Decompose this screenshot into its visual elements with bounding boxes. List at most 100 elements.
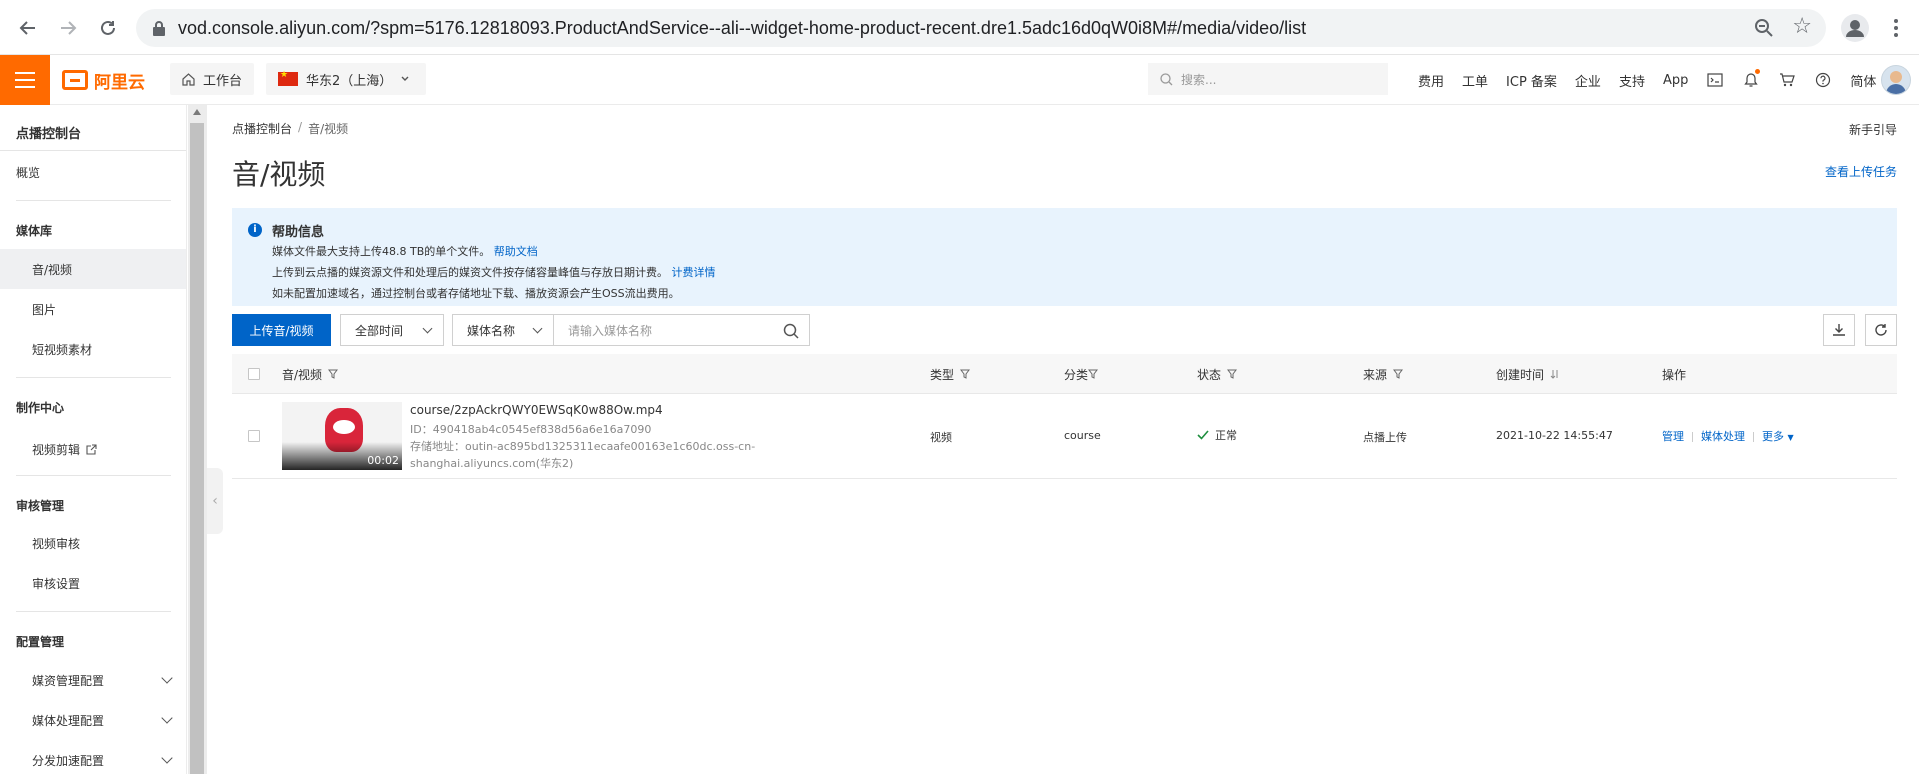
more-dropdown[interactable]: 更多 ▼	[1762, 430, 1794, 443]
table-row: 00:02 course/2zpAckrQWY0EWSqK0w88Ow.mp4 …	[232, 394, 1897, 479]
browser-menu-icon[interactable]	[1886, 14, 1906, 42]
sidebar-item-label: 审核设置	[32, 576, 81, 591]
sidebar-item-audio-video[interactable]: 音/视频	[0, 249, 186, 289]
column-status: 状态	[1197, 354, 1238, 394]
bell-icon[interactable]	[1733, 55, 1769, 105]
user-avatar[interactable]	[1881, 65, 1911, 95]
sidebar-item-short-video[interactable]: 短视频素材	[0, 329, 186, 369]
media-processing-link[interactable]: 媒体处理	[1701, 430, 1745, 443]
column-label: 音/视频	[282, 367, 323, 382]
forward-icon[interactable]	[54, 14, 82, 42]
sidebar-item-review-settings[interactable]: 审核设置	[0, 563, 186, 603]
lock-icon	[153, 21, 165, 36]
manage-link[interactable]: 管理	[1662, 430, 1684, 443]
check-icon	[1197, 430, 1209, 440]
nav-link-fees[interactable]: 费用	[1409, 71, 1453, 90]
sidebar-item-processing-config[interactable]: 媒体处理配置	[0, 700, 186, 740]
zoom-icon[interactable]	[1754, 18, 1774, 38]
address-bar[interactable]: vod.console.aliyun.com/?spm=5176.1281809…	[136, 9, 1826, 47]
collapse-sidebar-button[interactable]: ‹	[207, 468, 223, 534]
filter-icon[interactable]	[328, 369, 339, 379]
view-upload-tasks-link[interactable]: 查看上传任务	[1825, 163, 1897, 180]
media-source: 点播上传	[1363, 431, 1407, 444]
nav-link-support[interactable]: 支持	[1610, 71, 1654, 90]
media-name-search-input[interactable]: 请输入媒体名称	[553, 314, 810, 346]
filter-icon[interactable]	[1227, 369, 1238, 379]
row-checkbox[interactable]	[248, 430, 260, 442]
sidebar-item-overview[interactable]: 概览	[0, 152, 186, 192]
sidebar-item-video-edit[interactable]: 视频剪辑	[0, 429, 186, 469]
nav-link-app[interactable]: App	[1654, 73, 1697, 88]
terminal-icon[interactable]	[1697, 55, 1733, 105]
language-switch[interactable]: 简体	[1841, 71, 1885, 90]
search-icon[interactable]	[783, 323, 799, 339]
billing-details-link[interactable]: 计费详情	[672, 266, 716, 279]
storage-address-line1: 存储地址：outin-ac895bd1325311ecaafe00163e1c6…	[410, 440, 756, 453]
browser-profile-icon[interactable]	[1841, 14, 1869, 42]
column-label: 创建时间	[1496, 367, 1545, 382]
workbench-button[interactable]: 工作台	[170, 63, 255, 95]
table-header: 音/视频 类型 分类 状态 来源 创建时间 操作	[232, 354, 1897, 394]
nav-link-icp[interactable]: ICP 备案	[1497, 71, 1566, 90]
checkbox[interactable]	[248, 368, 260, 380]
aliyun-logo[interactable]: 阿里云	[62, 68, 145, 93]
reload-icon[interactable]	[94, 14, 122, 42]
search-field-select[interactable]: 媒体名称	[452, 314, 554, 346]
filter-icon[interactable]	[1088, 369, 1099, 379]
bookmark-star-icon[interactable]: ☆	[1792, 16, 1812, 38]
column-label: 类型	[930, 367, 955, 382]
hamburger-menu-icon[interactable]	[0, 55, 50, 105]
scrollbar-thumb[interactable]	[190, 123, 204, 774]
breadcrumb-separator: /	[298, 120, 303, 134]
sidebar-section-review: 审核管理	[16, 499, 65, 513]
sidebar-item-images[interactable]: 图片	[0, 289, 186, 329]
sidebar-item-label: 音/视频	[32, 262, 73, 277]
nav-link-tickets[interactable]: 工单	[1453, 71, 1497, 90]
divider	[16, 611, 171, 612]
refresh-icon	[1875, 324, 1887, 336]
cart-icon[interactable]	[1769, 55, 1805, 105]
chevron-down-icon	[532, 323, 543, 334]
filter-icon[interactable]	[960, 369, 971, 379]
sort-icon[interactable]	[1550, 369, 1560, 379]
sidebar-scrollbar[interactable]	[188, 105, 207, 774]
help-docs-link[interactable]: 帮助文档	[494, 245, 538, 258]
region-label: 华东2（上海）	[306, 73, 393, 89]
column-label: 来源	[1363, 367, 1388, 382]
home-icon	[182, 72, 195, 86]
divider	[1692, 432, 1693, 442]
back-icon[interactable]	[14, 14, 42, 42]
help-icon[interactable]	[1805, 55, 1841, 105]
sidebar-item-distribution-config[interactable]: 分发加速配置	[0, 740, 186, 774]
breadcrumb-console[interactable]: 点播控制台	[232, 120, 292, 137]
logo-text: 阿里云	[94, 72, 145, 93]
sidebar-section-media: 媒体库	[16, 224, 53, 238]
refresh-button[interactable]	[1865, 314, 1897, 346]
video-thumbnail[interactable]: 00:02	[282, 402, 402, 470]
filter-icon[interactable]	[1393, 369, 1404, 379]
status-badge: 正常	[1197, 427, 1237, 443]
upload-video-button[interactable]: 上传音/视频	[232, 314, 331, 346]
console-search-input[interactable]: 搜索...	[1148, 63, 1388, 95]
nav-link-enterprise[interactable]: 企业	[1566, 71, 1610, 90]
help-info-box: i 帮助信息 媒体文件最大支持上传48.8 TB的单个文件。 帮助文档 上传到云…	[232, 208, 1897, 306]
sidebar-item-video-review[interactable]: 视频审核	[0, 523, 186, 563]
search-icon	[1160, 72, 1173, 85]
sidebar-item-label: 视频剪辑	[32, 442, 81, 457]
select-all-checkbox[interactable]	[248, 354, 260, 394]
region-selector[interactable]: 华东2（上海）	[266, 63, 427, 95]
help-text: 媒体文件最大支持上传48.8 TB的单个文件。	[272, 245, 491, 258]
download-button[interactable]	[1823, 314, 1855, 346]
sidebar-item-asset-config[interactable]: 媒资管理配置	[0, 660, 186, 700]
column-created: 创建时间	[1496, 354, 1560, 394]
column-source: 来源	[1363, 354, 1404, 394]
column-actions: 操作	[1662, 354, 1686, 394]
beginner-guide-link[interactable]: 新手引导	[1849, 121, 1897, 138]
page-title: 音/视频	[232, 158, 326, 191]
checkbox[interactable]	[248, 430, 260, 442]
sidebar-item-label: 媒体处理配置	[32, 713, 105, 728]
help-title: 帮助信息	[272, 225, 325, 240]
scroll-up-arrow-icon[interactable]	[193, 109, 201, 115]
media-file-name[interactable]: course/2zpAckrQWY0EWSqK0w88Ow.mp4	[410, 403, 663, 417]
time-range-select[interactable]: 全部时间	[340, 314, 444, 346]
